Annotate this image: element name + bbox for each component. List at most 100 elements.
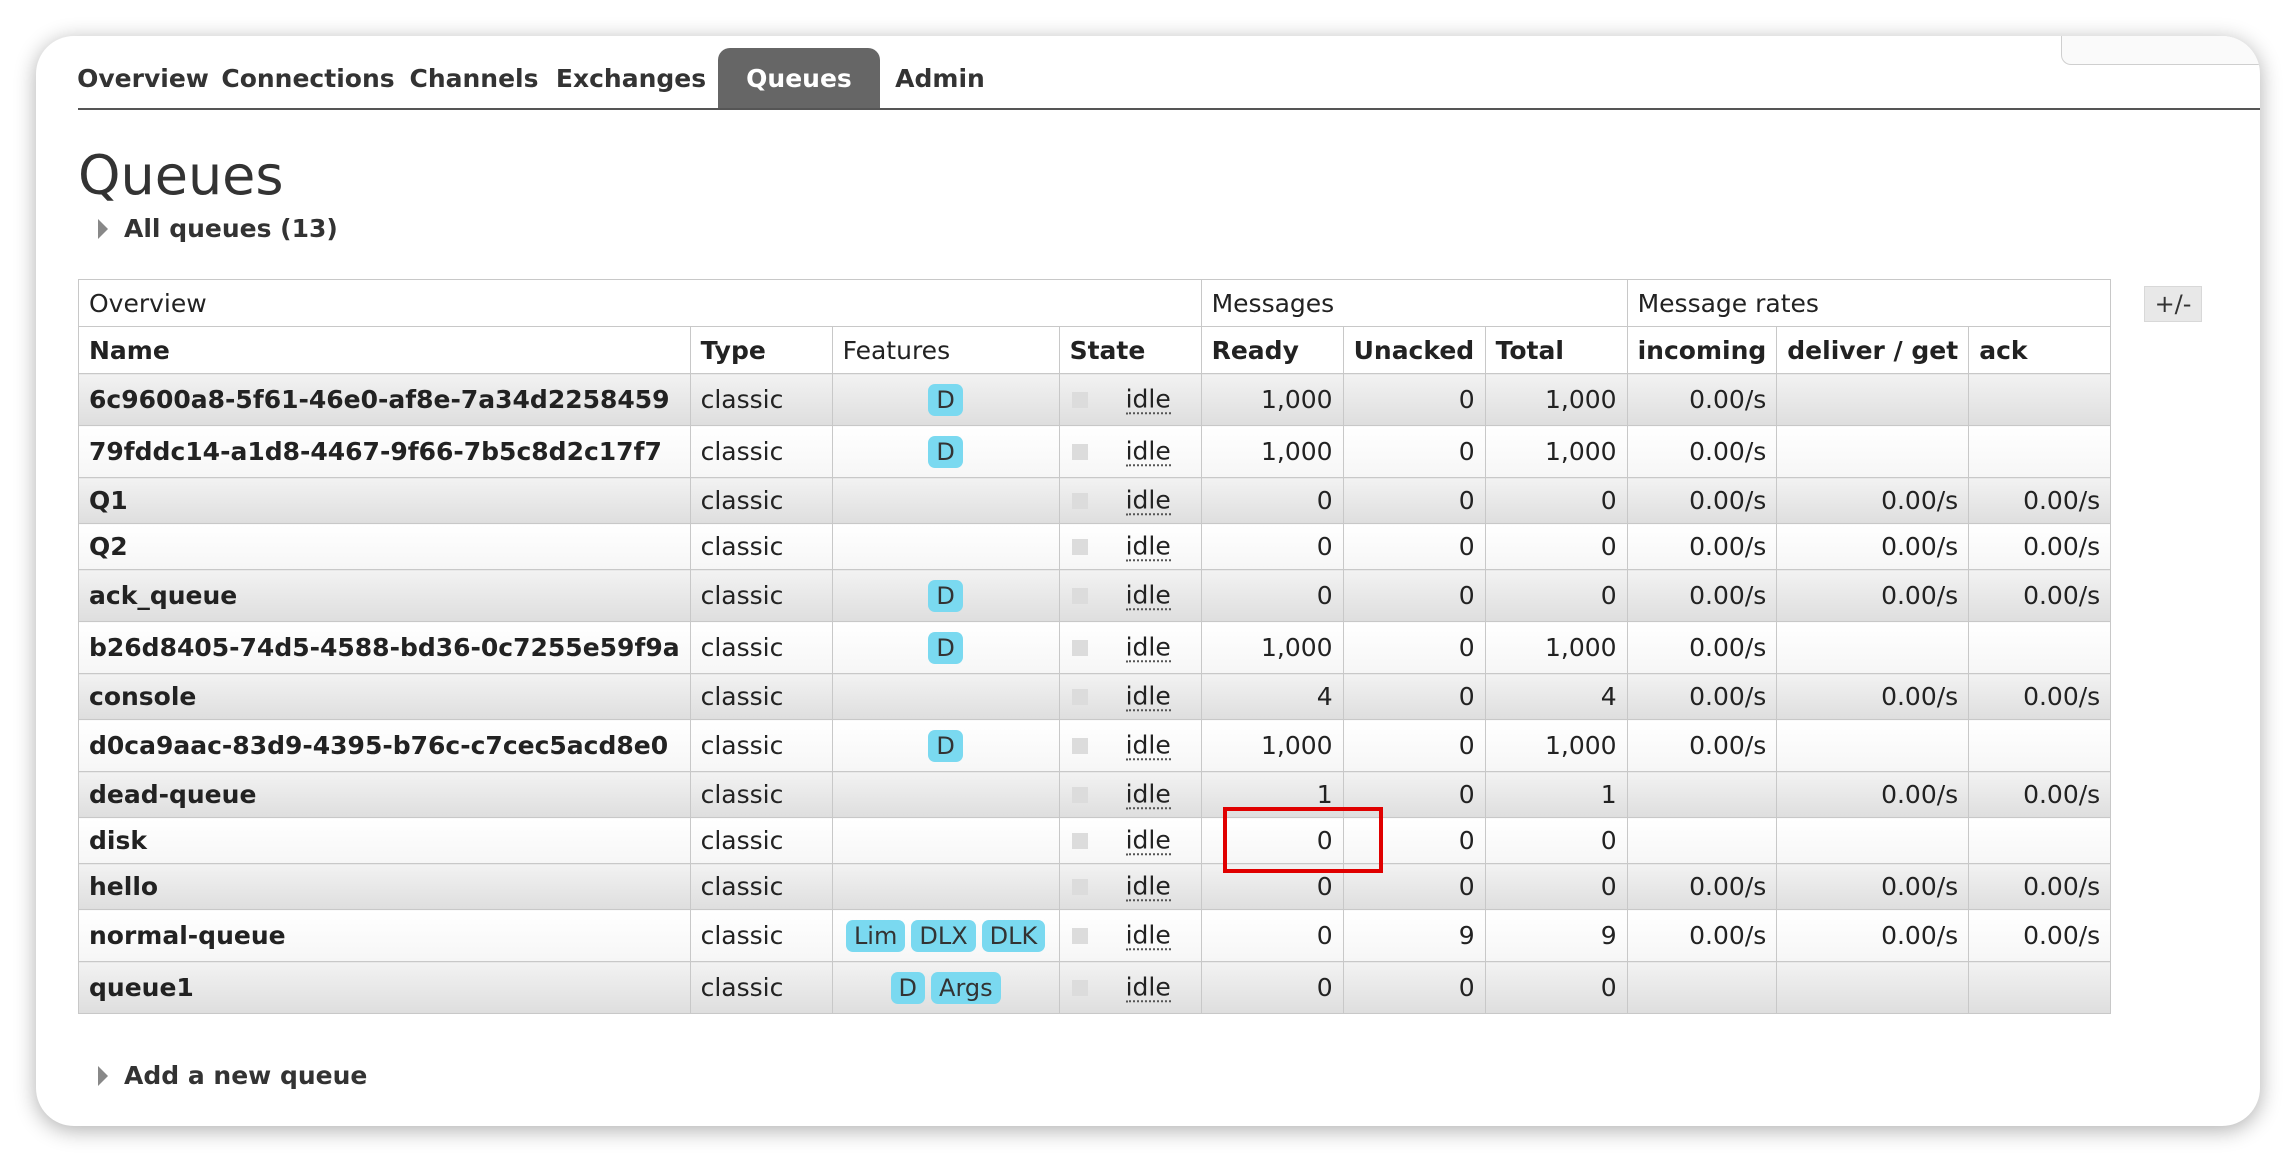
- toggle-columns-button[interactable]: +/-: [2144, 286, 2202, 322]
- state-indicator-icon: [1071, 639, 1088, 656]
- messages-ready: 0: [1200, 909, 1344, 962]
- rate-incoming: 0.00/s: [1626, 673, 1778, 720]
- table-row: b26d8405-74d5-4588-bd36-0c7255e59f9a clas…: [78, 621, 2112, 674]
- queue-type: classic: [689, 909, 833, 962]
- table-row: console classic idle 4 0 4 0.00/s 0.00/s 0.00/s: [78, 673, 2112, 720]
- messages-ready: 0: [1200, 569, 1344, 622]
- queue-rows: 6c9600a8-5f61-46e0-af8e-7a34d2258459 clas…: [78, 373, 2112, 1014]
- add-queue-label: Add a new queue: [124, 1061, 368, 1090]
- add-queue-toggle[interactable]: Add a new queue: [98, 1061, 367, 1090]
- collapse-triangle-icon: [98, 218, 108, 239]
- queue-features: D Args: [831, 961, 1060, 1014]
- rate-ack: 0.00/s: [1968, 569, 2112, 622]
- rate-incoming: 0.00/s: [1626, 863, 1778, 910]
- queue-name-link[interactable]: d0ca9aac-83d9-4395-b76c-c7cec5acd8e0: [78, 719, 691, 772]
- state-label: idle: [1125, 729, 1171, 761]
- col-header-ack[interactable]: ack: [1968, 326, 2112, 374]
- messages-unacked: 9: [1342, 909, 1486, 962]
- queue-name-link[interactable]: disk: [78, 817, 691, 864]
- messages-unacked: 0: [1342, 477, 1486, 524]
- rate-deliver-get: [1776, 817, 1970, 864]
- col-header-name[interactable]: Name: [78, 326, 691, 374]
- state-indicator-icon: [1071, 587, 1088, 604]
- queue-name-link[interactable]: queue1: [78, 961, 691, 1014]
- browser-window: Overview Connections Channels Exchanges …: [36, 36, 2260, 1126]
- state-label: idle: [1125, 484, 1171, 516]
- feature-badge: D: [928, 579, 963, 612]
- queue-name-link[interactable]: ack_queue: [78, 569, 691, 622]
- rate-incoming: [1626, 771, 1778, 818]
- table-row: ack_queue classic Didle 0 0 0 0.00/s 0.00/s 0.00…: [78, 569, 2112, 622]
- messages-total: 1,000: [1484, 719, 1628, 772]
- state-label: idle: [1125, 870, 1171, 902]
- queue-features: Lim DLX DLK: [831, 909, 1060, 962]
- tab-connections[interactable]: Connections: [218, 48, 398, 108]
- tab-exchanges[interactable]: Exchanges: [552, 48, 710, 108]
- queue-name-link[interactable]: 6c9600a8-5f61-46e0-af8e-7a34d2258459: [78, 373, 691, 426]
- col-header-type[interactable]: Type: [689, 326, 833, 374]
- col-header-total[interactable]: Total: [1484, 326, 1628, 374]
- col-header-deliver-get[interactable]: deliver / get: [1776, 326, 1970, 374]
- messages-total: 0: [1484, 523, 1628, 570]
- messages-ready: 1,000: [1200, 373, 1344, 426]
- messages-total: 1: [1484, 771, 1628, 818]
- table-row: 6c9600a8-5f61-46e0-af8e-7a34d2258459 clas…: [78, 373, 2112, 426]
- rate-incoming: 0.00/s: [1626, 719, 1778, 772]
- rate-ack: 0.00/s: [1968, 477, 2112, 524]
- feature-badge: Args: [931, 971, 1001, 1004]
- table-row: Q2 classic idle 0 0 0 0.00/s 0.00/s 0.00/s: [78, 523, 2112, 570]
- rate-incoming: 0.00/s: [1626, 909, 1778, 962]
- state-indicator-icon: [1071, 538, 1088, 555]
- all-queues-toggle[interactable]: All queues (13): [98, 214, 338, 243]
- rate-incoming: [1626, 961, 1778, 1014]
- queue-state: idle: [1058, 569, 1202, 622]
- rate-ack: [1968, 817, 2112, 864]
- queue-name-link[interactable]: 79fddc14-a1d8-4467-9f66-7b5c8d2c17f7: [78, 425, 691, 478]
- feature-badge: D: [928, 435, 963, 468]
- queue-name-link[interactable]: Q2: [78, 523, 691, 570]
- queue-type: classic: [689, 425, 833, 478]
- queue-features: [831, 863, 1060, 910]
- tab-queues[interactable]: Queues: [718, 48, 880, 108]
- queue-type: classic: [689, 621, 833, 674]
- queue-name-link[interactable]: Q1: [78, 477, 691, 524]
- rate-ack: 0.00/s: [1968, 863, 2112, 910]
- col-header-ready[interactable]: Ready: [1200, 326, 1344, 374]
- feature-badge: DLK: [981, 919, 1046, 952]
- tab-admin[interactable]: Admin: [890, 48, 990, 108]
- queue-name-link[interactable]: b26d8405-74d5-4588-bd36-0c7255e59f9a: [78, 621, 691, 674]
- rate-deliver-get: [1776, 621, 1970, 674]
- messages-unacked: 0: [1342, 961, 1486, 1014]
- queue-state: idle: [1058, 771, 1202, 818]
- col-header-state[interactable]: State: [1058, 326, 1202, 374]
- table-row: queue1 classic D Args idle 0 0 0: [78, 961, 2112, 1014]
- queue-name-link[interactable]: console: [78, 673, 691, 720]
- state-label: idle: [1125, 919, 1171, 951]
- col-header-unacked[interactable]: Unacked: [1342, 326, 1486, 374]
- queue-type: classic: [689, 771, 833, 818]
- queue-features: D: [831, 719, 1060, 772]
- table-row: d0ca9aac-83d9-4395-b76c-c7cec5acd8e0 clas…: [78, 719, 2112, 772]
- queue-name-link[interactable]: hello: [78, 863, 691, 910]
- rate-deliver-get: [1776, 961, 1970, 1014]
- queue-name-link[interactable]: dead-queue: [78, 771, 691, 818]
- messages-unacked: 0: [1342, 569, 1486, 622]
- messages-ready: 1,000: [1200, 621, 1344, 674]
- col-header-incoming[interactable]: incoming: [1626, 326, 1778, 374]
- queue-state: idle: [1058, 373, 1202, 426]
- messages-unacked: 0: [1342, 817, 1486, 864]
- queue-state: idle: [1058, 719, 1202, 772]
- rate-ack: [1968, 425, 2112, 478]
- messages-total: 4: [1484, 673, 1628, 720]
- queue-state: idle: [1058, 425, 1202, 478]
- group-header-row: Overview Messages Message rates: [78, 279, 2112, 327]
- messages-unacked: 0: [1342, 425, 1486, 478]
- queue-type: classic: [689, 863, 833, 910]
- tab-overview[interactable]: Overview: [77, 48, 209, 108]
- rate-ack: 0.00/s: [1968, 771, 2112, 818]
- feature-badge: Lim: [845, 919, 906, 952]
- feature-badge: DLX: [911, 919, 976, 952]
- messages-unacked: 0: [1342, 373, 1486, 426]
- tab-channels[interactable]: Channels: [404, 48, 544, 108]
- queue-name-link[interactable]: normal-queue: [78, 909, 691, 962]
